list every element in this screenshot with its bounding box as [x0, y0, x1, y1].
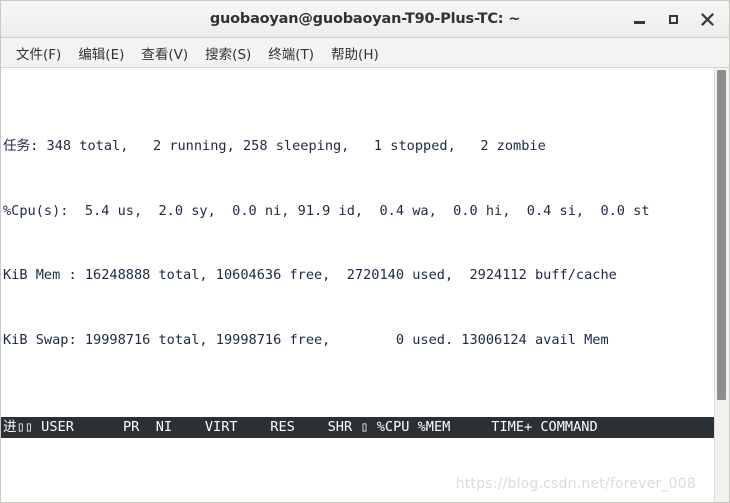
menu-item-view[interactable]: 查看(V): [134, 40, 195, 66]
window-controls: [631, 1, 721, 37]
terminal-output[interactable]: 任务: 348 total, 2 running, 258 sleeping, …: [1, 68, 714, 502]
menu-item-help[interactable]: 帮助(H): [324, 40, 386, 66]
top-summary-mem: KiB Mem : 16248888 total, 10604636 free,…: [3, 267, 617, 284]
window-title: guobaoyan@guobaoyan-T90-Plus-TC: ~: [209, 11, 521, 27]
vertical-scrollbar[interactable]: [714, 68, 729, 502]
process-table-header: 进▯▯ USER PR NI VIRT RES SHR ▯ %CPU %MEM …: [1, 416, 714, 439]
titlebar[interactable]: guobaoyan@guobaoyan-T90-Plus-TC: ~: [1, 1, 729, 38]
terminal-window: guobaoyan@guobaoyan-T90-Plus-TC: ~ 文件(F)…: [0, 0, 730, 503]
close-icon: [700, 12, 714, 26]
menu-item-edit[interactable]: 编辑(E): [71, 40, 131, 66]
minimize-button[interactable]: [631, 11, 647, 27]
menubar: 文件(F) 编辑(E) 查看(V) 搜索(S) 终端(T) 帮助(H): [1, 38, 729, 68]
top-summary-tasks: 任务: 348 total, 2 running, 258 sleeping, …: [3, 137, 546, 154]
minimize-icon: [633, 21, 645, 24]
menu-item-terminal[interactable]: 终端(T): [261, 40, 321, 66]
maximize-button[interactable]: [665, 11, 681, 27]
scrollbar-thumb[interactable]: [717, 70, 726, 400]
menu-item-file[interactable]: 文件(F): [9, 40, 68, 66]
maximize-icon: [668, 14, 678, 24]
top-summary-cpu: %Cpu(s): 5.4 us, 2.0 sy, 0.0 ni, 91.9 id…: [3, 202, 650, 219]
top-summary-swap: KiB Swap: 19998716 total, 19998716 free,…: [3, 332, 609, 349]
terminal-area: 任务: 348 total, 2 running, 258 sleeping, …: [1, 68, 729, 502]
menu-item-search[interactable]: 搜索(S): [198, 40, 258, 66]
close-button[interactable]: [699, 11, 715, 27]
watermark: https://blog.csdn.net/forever_008: [455, 476, 696, 493]
